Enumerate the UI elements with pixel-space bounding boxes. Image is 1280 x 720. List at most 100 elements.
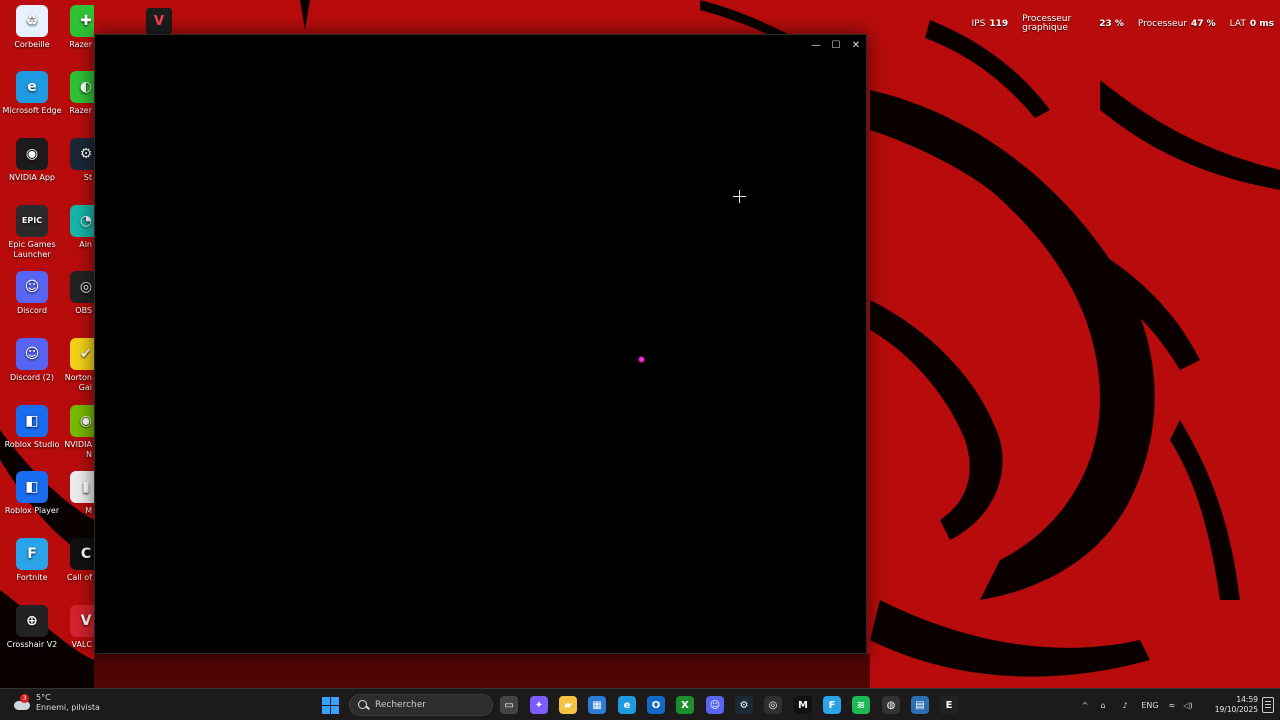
icon-glyph: ▮ (82, 479, 90, 495)
desktop-icon[interactable]: ◉ NVIDIA App (0, 138, 64, 183)
desktop-icon[interactable]: ◎ OBS (64, 271, 94, 316)
cpu-value: 47 % (1190, 19, 1216, 29)
fortnite-icon: F (16, 538, 48, 570)
maximize-button[interactable]: ☐ (826, 35, 846, 55)
discord-icon[interactable]: ☺ (706, 696, 724, 714)
app-icon[interactable]: ▤ (911, 696, 929, 714)
desktop-icon[interactable]: ☺ Discord (2) (0, 338, 64, 383)
weather-badge: 3 (20, 694, 29, 703)
icon-glyph: ⊕ (26, 613, 38, 629)
icon-glyph: ⚙ (79, 146, 93, 162)
outlook-icon[interactable]: O (647, 696, 665, 714)
fortnite-icon[interactable]: F (823, 696, 841, 714)
crosshair-cursor-icon (733, 190, 746, 203)
desktop-icon-label: Norton Gai (64, 373, 92, 392)
desktop-icon[interactable]: ▮ M (64, 471, 94, 516)
chrome-icon[interactable]: ◍ (882, 696, 900, 714)
latency: LAT 0 ms (1230, 19, 1274, 29)
weather-cloud-icon: 3 (12, 694, 30, 712)
desktop-icon[interactable]: C Call of (64, 538, 94, 583)
valorant-shortcut-icon[interactable]: V (146, 8, 172, 34)
desktop-icon-label: Fortnite (16, 573, 48, 582)
close-button[interactable]: ✕ (846, 35, 866, 55)
desktop-icon[interactable]: ◧ Roblox Studio (0, 405, 64, 450)
desktop-icon-label: Ain (79, 240, 92, 249)
desktop-icon[interactable]: ♻ Corbeille (0, 5, 64, 50)
weather-temp: 5°C (36, 693, 51, 702)
wifi-icon[interactable]: ≈ (1164, 701, 1180, 710)
desktop-icon-label: Discord (16, 306, 48, 315)
desktop-icon[interactable]: F Fortnite (0, 538, 64, 583)
desktop-icon-label: Corbeille (14, 40, 50, 49)
roblox-player-icon: ◧ (16, 471, 48, 503)
volume-icon[interactable]: ◁) (1180, 701, 1196, 710)
minimize-button[interactable]: — (806, 35, 826, 55)
icon-glyph: F (27, 546, 37, 562)
desktop-icon-label: NVIDIA N (64, 440, 92, 459)
network-icon[interactable]: ⌂ (1092, 701, 1114, 710)
icon-glyph: ◧ (25, 479, 39, 495)
store-icon[interactable]: ▦ (588, 696, 606, 714)
icon-glyph: C (80, 546, 92, 562)
icon-glyph: ☺ (24, 346, 40, 362)
desktop-icon[interactable]: ◐ Razer (64, 71, 94, 116)
latency-value: 0 ms (1249, 19, 1274, 29)
desktop-icon[interactable]: EPIC Epic Games Launcher (0, 205, 64, 260)
fps-label: IPS (971, 19, 986, 29)
desktop-icon[interactable]: ◧ Roblox Player (0, 471, 64, 516)
file-explorer-icon[interactable]: ▰ (559, 696, 577, 714)
edge-icon[interactable]: e (618, 696, 636, 714)
icon-glyph: ◧ (25, 413, 39, 429)
obs-icon[interactable]: ◎ (764, 696, 782, 714)
desktop-icon[interactable]: ◉ NVIDIA N (64, 405, 94, 460)
desktop-icon-label: VALC (71, 640, 92, 649)
spotify-icon[interactable]: ≋ (852, 696, 870, 714)
crosshair-app-icon: ⊕ (16, 605, 48, 637)
taskbar: 3 5°C Ennemi, pilvista Rechercher ▭ ✦ ▰ ▦ e O… (0, 688, 1280, 720)
razer-icon: ✚ (70, 5, 94, 37)
crosshair-window[interactable]: — ☐ ✕ (94, 34, 867, 654)
icon-glyph: ◎ (79, 279, 93, 295)
icon-glyph: ◐ (79, 79, 93, 95)
microphone-icon[interactable]: ♪ (1114, 701, 1136, 710)
task-view-icon[interactable]: ▭ (500, 696, 518, 714)
desktop-icon[interactable]: ⊕ Crosshair V2 (0, 605, 64, 650)
desktop-icon[interactable]: ☺ Discord (0, 271, 64, 316)
epic-games-icon[interactable]: E (940, 696, 958, 714)
notification-icon[interactable] (1262, 697, 1274, 713)
crosshair-dot-icon (639, 357, 644, 362)
icon-glyph: ☺ (24, 279, 40, 295)
icon-glyph: EPIC (21, 216, 43, 225)
copilot-icon[interactable]: ✦ (530, 696, 548, 714)
fps-value: 119 (989, 19, 1009, 29)
window-titlebar[interactable]: — ☐ ✕ (95, 35, 866, 55)
app-icon: ▮ (70, 471, 94, 503)
desktop-icon-label: St (83, 173, 92, 182)
chevron-up-icon[interactable]: ^ (1078, 701, 1092, 710)
steam-icon[interactable]: ⚙ (735, 696, 753, 714)
system-tray: ^ ⌂ ♪ ENG ≈ ◁) (1078, 689, 1196, 720)
capcut-icon[interactable]: M (794, 696, 812, 714)
desktop-icon[interactable]: ✔ Norton Gai (64, 338, 94, 393)
desktop-icon[interactable]: ✚ Razer (64, 5, 94, 50)
roblox-studio-icon: ◧ (16, 405, 48, 437)
desktop-icon[interactable]: e Microsoft Edge (0, 71, 64, 116)
icon-glyph: ◉ (79, 413, 93, 429)
norton-icon: ✔ (70, 338, 94, 370)
weather-widget[interactable]: 3 5°C Ennemi, pilvista (12, 693, 100, 713)
icon-glyph: ♻ (25, 13, 39, 29)
desktop-icon-label: NVIDIA App (9, 173, 55, 182)
nvidia-icon: ◉ (70, 405, 94, 437)
taskbar-search-box[interactable]: Rechercher (349, 694, 493, 716)
clock[interactable]: 14:59 19/10/2025 (1215, 695, 1258, 715)
desktop-icon-label: Epic Games Launcher (8, 240, 56, 259)
desktop-icon-label: Call of (66, 573, 92, 582)
xbox-icon[interactable]: X (676, 696, 694, 714)
desktop-icon[interactable]: V VALC (64, 605, 94, 650)
icon-glyph: ◉ (25, 146, 39, 162)
desktop-icon[interactable]: ⚙ St (64, 138, 94, 183)
desktop-icon[interactable]: ◔ Ain (64, 205, 94, 250)
start-button[interactable] (322, 697, 339, 714)
edge-icon: e (16, 71, 48, 103)
language-indicator[interactable]: ENG (1136, 701, 1164, 710)
